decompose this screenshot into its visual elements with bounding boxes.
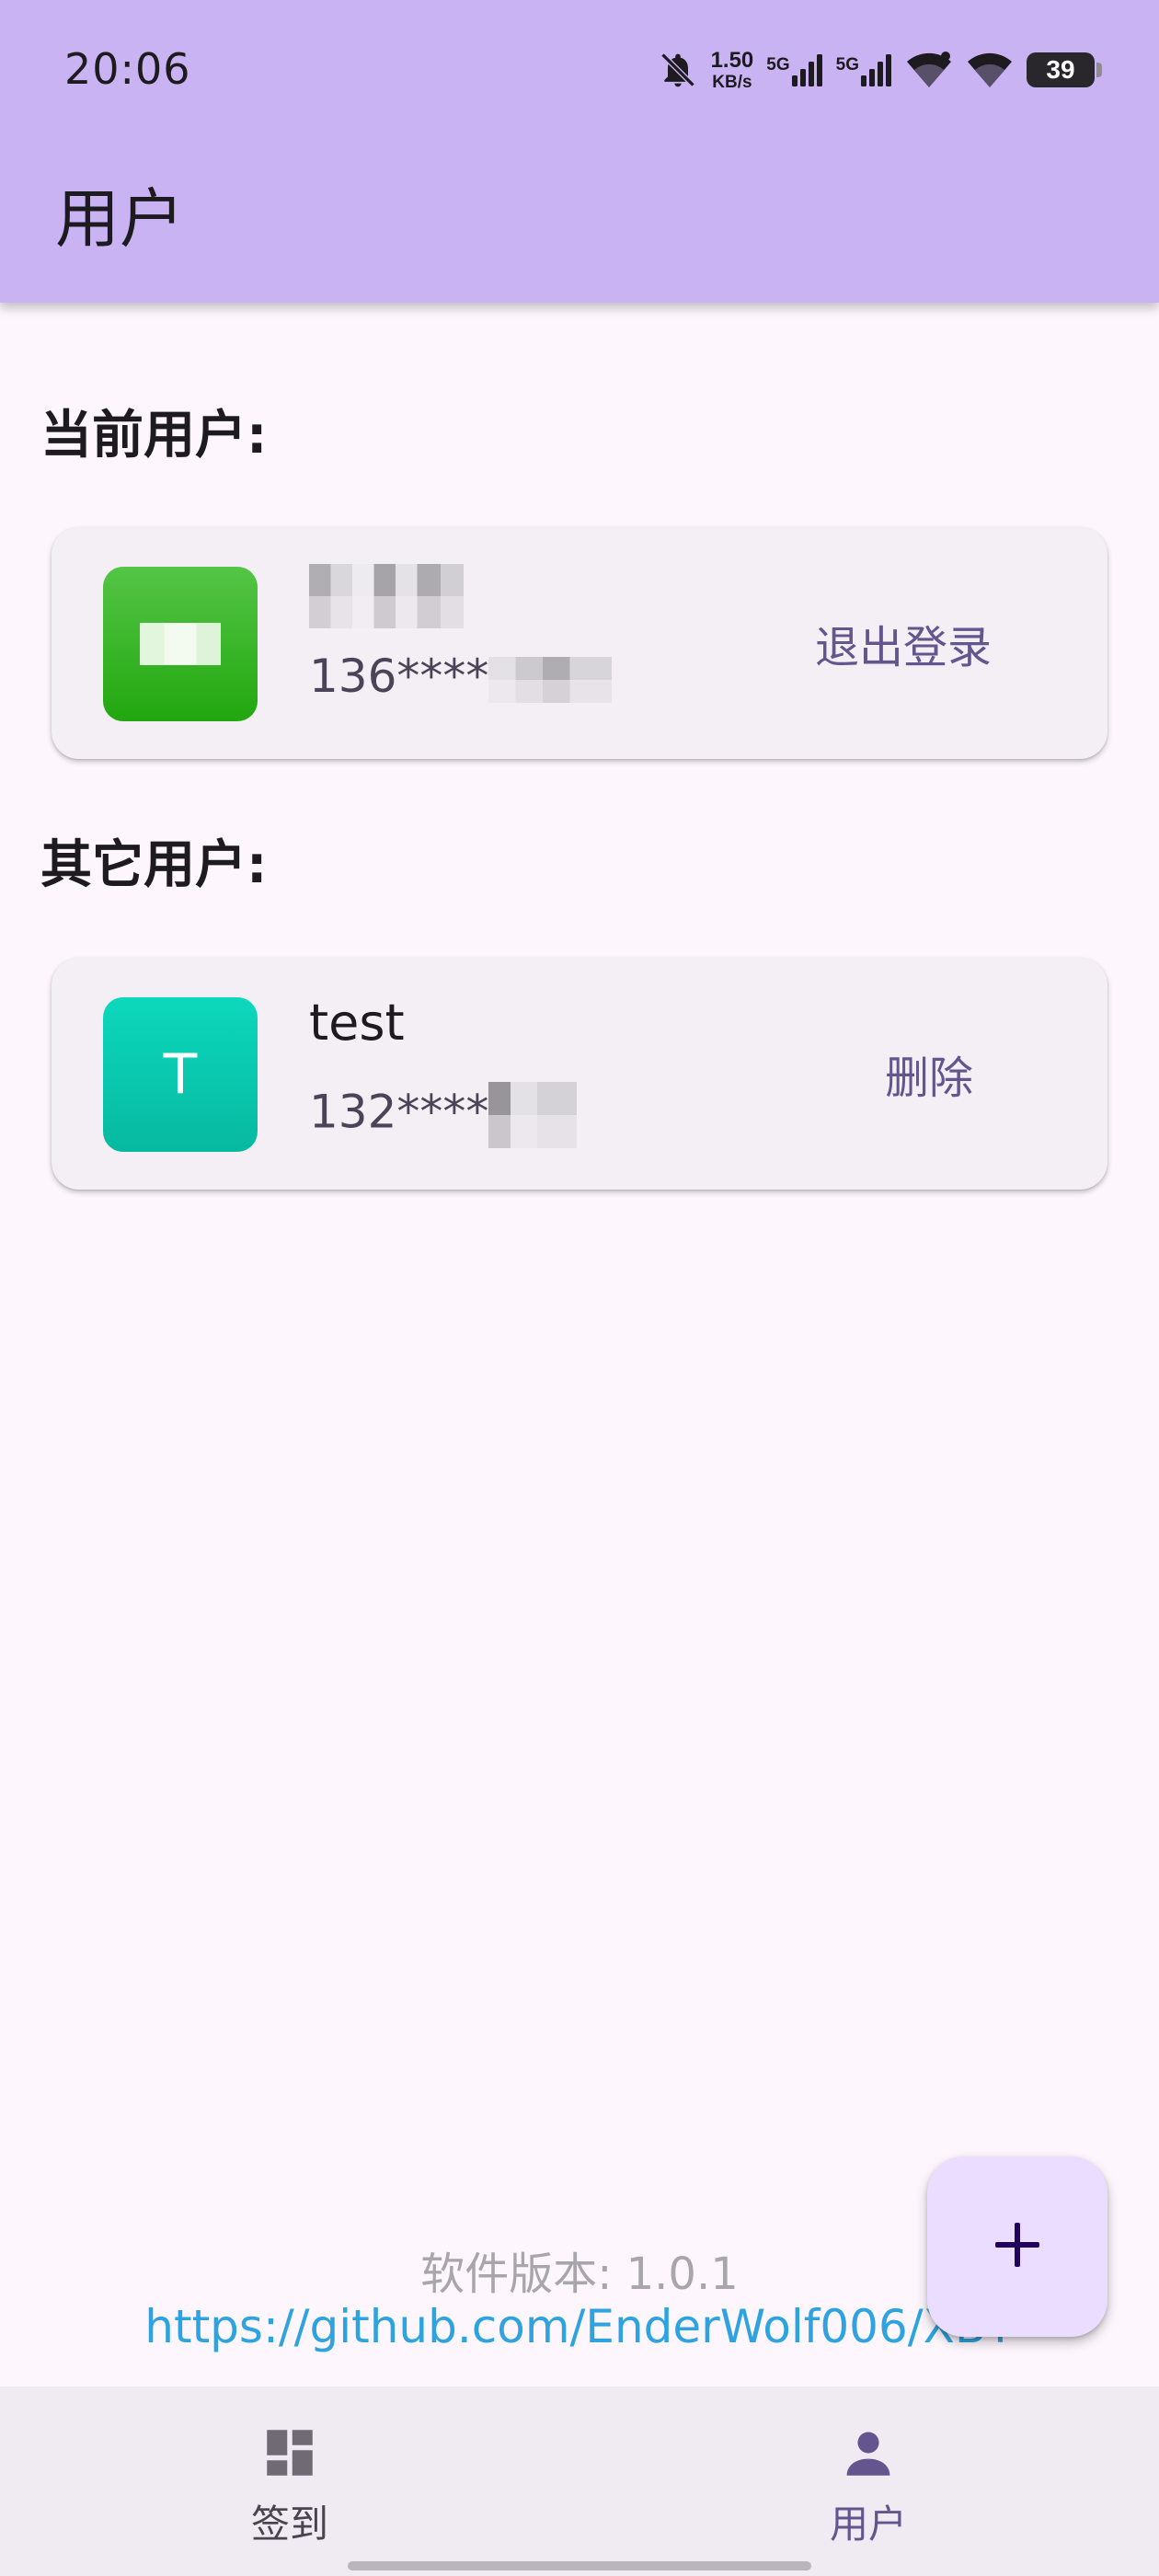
add-user-button[interactable]	[927, 2156, 1107, 2337]
user-name-redacted	[309, 564, 464, 628]
signal-icon	[791, 53, 823, 86]
wifi-icon	[966, 51, 1014, 89]
network-speed-value: 1.50	[710, 47, 754, 73]
sim2-network-label: 5G	[835, 55, 859, 75]
nav-item-user[interactable]: 用户	[730, 2386, 1006, 2576]
nav-item-signin[interactable]: 签到	[152, 2386, 428, 2576]
avatar-initial: T	[163, 1042, 198, 1107]
sim2-signal: 5G	[836, 53, 892, 86]
nav-label-user: 用户	[829, 2501, 907, 2547]
user-phone-redacted	[488, 656, 613, 703]
battery-icon: 39	[1027, 52, 1102, 87]
bottom-navigation: 签到 用户	[0, 2386, 1159, 2576]
user-phone-prefix: 132****	[309, 1085, 489, 1139]
plus-icon	[992, 2219, 1043, 2274]
gesture-handle[interactable]	[348, 2561, 811, 2570]
other-users-heading: 其它用户:	[40, 835, 268, 895]
bell-off-icon	[658, 50, 698, 90]
dashboard-icon	[259, 2420, 320, 2486]
sim1-signal: 5G	[766, 53, 822, 86]
status-icons: 1.50 KB/s 5G 5G 39	[658, 42, 1102, 98]
status-time: 20:06	[64, 44, 191, 94]
current-user-heading: 当前用户:	[40, 406, 268, 466]
avatar	[103, 567, 258, 721]
sim1-network-label: 5G	[766, 55, 790, 75]
user-phone: 136****	[309, 650, 613, 703]
wifi-icon	[905, 51, 953, 89]
user-name	[309, 564, 464, 628]
logout-button[interactable]: 退出登录	[815, 527, 992, 759]
network-speed: 1.50 KB/s	[710, 47, 754, 92]
user-phone: 132****	[309, 1082, 578, 1148]
avatar: T	[103, 997, 258, 1152]
current-user-card: 136**** 退出登录	[52, 527, 1107, 759]
person-icon	[838, 2420, 899, 2486]
top-app-bar: 20:06 1.50 KB/s 5G 5G 39 用户	[0, 0, 1159, 303]
page-title: 用户	[55, 181, 184, 257]
user-phone-prefix: 136****	[309, 650, 489, 703]
signal-icon	[861, 53, 892, 86]
avatar-initial	[140, 623, 221, 665]
other-user-card: T test 132**** 删除	[52, 958, 1107, 1190]
delete-user-button[interactable]: 删除	[885, 958, 973, 1190]
network-speed-unit: KB/s	[712, 72, 752, 92]
user-name: test	[309, 994, 405, 1052]
nav-label-signin: 签到	[250, 2501, 328, 2547]
user-phone-redacted	[488, 1082, 578, 1148]
